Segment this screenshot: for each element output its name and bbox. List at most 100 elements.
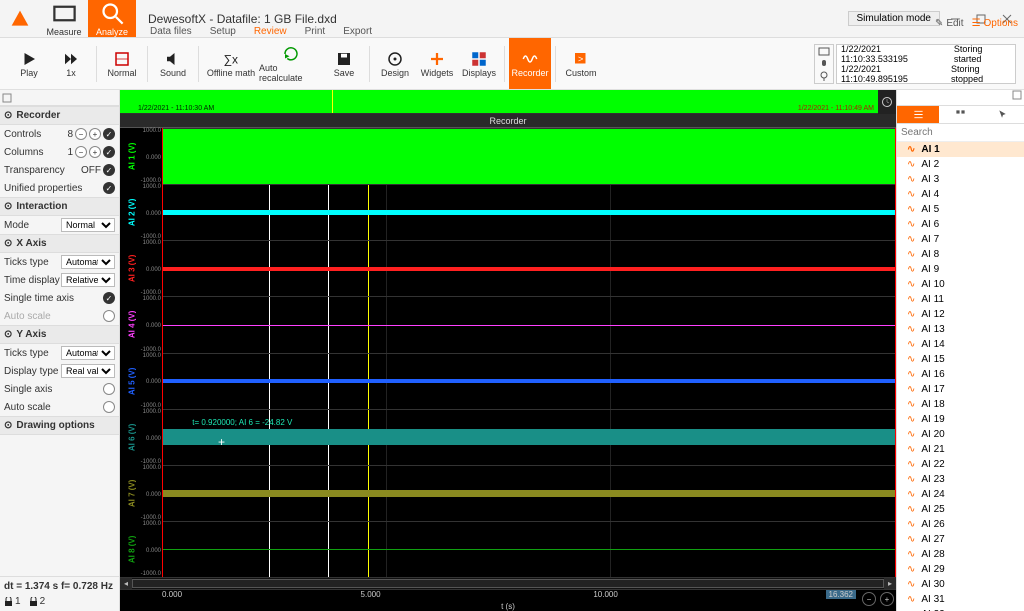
channel-list-item[interactable]: ∿AI 23	[897, 472, 1024, 487]
subtab-data-files[interactable]: Data files	[150, 26, 192, 38]
channel-list-item[interactable]: ∿AI 32	[897, 607, 1024, 611]
event-icons[interactable]	[814, 44, 834, 84]
columns-minus[interactable]: −	[75, 146, 87, 158]
overview-cursor[interactable]	[332, 90, 333, 113]
yaxis-section-header[interactable]: ⊙Y Axis	[0, 325, 119, 344]
subtab-setup[interactable]: Setup	[210, 26, 236, 38]
clock-icon[interactable]	[878, 90, 896, 114]
single-axis-toggle[interactable]	[103, 383, 115, 395]
interaction-section-header[interactable]: ⊙Interaction	[0, 197, 119, 216]
analyze-tab[interactable]: Analyze	[88, 0, 136, 37]
channel-list-item[interactable]: ∿AI 11	[897, 292, 1024, 307]
recorder-section-header[interactable]: ⊙Recorder	[0, 106, 119, 125]
custom-display-button[interactable]: >_Custom	[560, 38, 602, 89]
channel-list-item[interactable]: ∿AI 21	[897, 442, 1024, 457]
overview-bar[interactable]: 1/22/2021 - 11:10:30 AM 1/22/2021 - 11:1…	[120, 90, 878, 114]
scroll-right[interactable]: ▸	[884, 578, 896, 589]
widgets-button[interactable]: Widgets	[416, 38, 458, 89]
auto-recalculate-button[interactable]: Auto recalculate	[259, 38, 323, 89]
channel-list-item[interactable]: ∿AI 6	[897, 217, 1024, 232]
scroll-thumb[interactable]	[132, 579, 884, 588]
x-autoscale-toggle[interactable]	[103, 310, 115, 322]
options-link[interactable]: ☰ Options	[972, 18, 1018, 29]
y-axis-channel-label[interactable]: AI 2 (V)	[120, 184, 144, 240]
channel-list-item[interactable]: ∿AI 13	[897, 322, 1024, 337]
y-ticks-select[interactable]: Automatic	[61, 346, 115, 360]
zoom-out-button[interactable]: −	[862, 592, 876, 606]
channel-list-item[interactable]: ∿AI 9	[897, 262, 1024, 277]
recorder-display-button[interactable]: Recorder	[509, 38, 551, 89]
subtab-export[interactable]: Export	[343, 26, 372, 38]
play-button[interactable]: Play	[8, 38, 50, 89]
subtab-review[interactable]: Review	[254, 26, 287, 38]
channel-list-item[interactable]: ∿AI 10	[897, 277, 1024, 292]
channel-list-item[interactable]: ∿AI 24	[897, 487, 1024, 502]
channel-list-item[interactable]: ∿AI 15	[897, 352, 1024, 367]
subtab-print[interactable]: Print	[305, 26, 326, 38]
sound-button[interactable]: Sound	[152, 38, 194, 89]
channel-list-item[interactable]: ∿AI 27	[897, 532, 1024, 547]
displays-button[interactable]: Displays	[458, 38, 500, 89]
channels-tab[interactable]	[897, 106, 939, 123]
channel-list-item[interactable]: ∿AI 22	[897, 457, 1024, 472]
controls-apply[interactable]: ✓	[103, 128, 115, 140]
channel-list-item[interactable]: ∿AI 28	[897, 547, 1024, 562]
xaxis-section-header[interactable]: ⊙X Axis	[0, 234, 119, 253]
channel-list-item[interactable]: ∿AI 16	[897, 367, 1024, 382]
y-axis-channel-label[interactable]: AI 1 (V)	[120, 128, 144, 184]
normal-mode-button[interactable]: Normal	[101, 38, 143, 89]
zoom-in-button[interactable]: +	[880, 592, 894, 606]
channel-list-item[interactable]: ∿AI 17	[897, 382, 1024, 397]
design-button[interactable]: Design	[374, 38, 416, 89]
y-axis-channel-label[interactable]: AI 8 (V)	[120, 521, 144, 577]
recorder-plot-area[interactable]: 1/22/2021 - 11:10:30 AM 1/22/2021 - 11:1…	[120, 90, 896, 611]
cursor-lock-2[interactable]: 2	[29, 596, 46, 607]
cursor-lock-1[interactable]: 1	[4, 596, 21, 607]
cursor-tab[interactable]	[982, 106, 1024, 123]
channel-list-item[interactable]: ∿AI 5	[897, 202, 1024, 217]
transparency-toggle[interactable]: ✓	[103, 164, 115, 176]
channel-list-item[interactable]: ∿AI 18	[897, 397, 1024, 412]
search-input[interactable]	[901, 127, 1024, 138]
channel-list-item[interactable]: ∿AI 19	[897, 412, 1024, 427]
channel-list-item[interactable]: ∿AI 25	[897, 502, 1024, 517]
offline-math-button[interactable]: ∑xOffline math	[203, 38, 259, 89]
controls-minus[interactable]: −	[75, 128, 87, 140]
channel-list-item[interactable]: ∿AI 2	[897, 157, 1024, 172]
mode-select[interactable]: Normal	[61, 218, 115, 232]
columns-apply[interactable]: ✓	[103, 146, 115, 158]
channel-list-item[interactable]: ∿AI 3	[897, 172, 1024, 187]
plot-canvas[interactable]: t= 0.920000; AI 6 = -24.82 V+	[162, 128, 896, 577]
edit-link[interactable]: ✎ Edit	[935, 18, 964, 29]
channel-list-item[interactable]: ∿AI 7	[897, 232, 1024, 247]
time-display-select[interactable]: Relative	[61, 273, 115, 287]
y-axis-channel-label[interactable]: AI 7 (V)	[120, 465, 144, 521]
y-axis-channel-label[interactable]: AI 6 (V)	[120, 409, 144, 465]
channel-list-item[interactable]: ∿AI 20	[897, 427, 1024, 442]
panel-collapse-right[interactable]	[897, 90, 1024, 106]
channel-list-item[interactable]: ∿AI 1	[897, 142, 1024, 157]
channel-list-item[interactable]: ∿AI 29	[897, 562, 1024, 577]
scroll-left[interactable]: ◂	[120, 578, 132, 589]
channel-list-item[interactable]: ∿AI 12	[897, 307, 1024, 322]
y-axis-channel-label[interactable]: AI 3 (V)	[120, 240, 144, 296]
speed-button[interactable]: 1x	[50, 38, 92, 89]
groups-tab[interactable]	[939, 106, 981, 123]
controls-plus[interactable]: +	[89, 128, 101, 140]
y-axis-channel-label[interactable]: AI 5 (V)	[120, 353, 144, 409]
single-time-toggle[interactable]: ✓	[103, 292, 115, 304]
y-autoscale-toggle[interactable]	[103, 401, 115, 413]
save-button[interactable]: Save	[323, 38, 365, 89]
x-ticks-select[interactable]: Automatic	[61, 255, 115, 269]
panel-collapse-left[interactable]	[0, 90, 119, 106]
display-type-select[interactable]: Real value	[61, 364, 115, 378]
channel-list-item[interactable]: ∿AI 26	[897, 517, 1024, 532]
unified-toggle[interactable]: ✓	[103, 182, 115, 194]
time-scrollbar[interactable]: ◂ ▸	[120, 577, 896, 589]
measure-tab[interactable]: Measure	[40, 0, 88, 37]
channel-list-item[interactable]: ∿AI 30	[897, 577, 1024, 592]
channel-list-item[interactable]: ∿AI 8	[897, 247, 1024, 262]
drawing-section-header[interactable]: ⊙Drawing options	[0, 416, 119, 435]
y-axis-channel-label[interactable]: AI 4 (V)	[120, 296, 144, 352]
channel-list-item[interactable]: ∿AI 4	[897, 187, 1024, 202]
